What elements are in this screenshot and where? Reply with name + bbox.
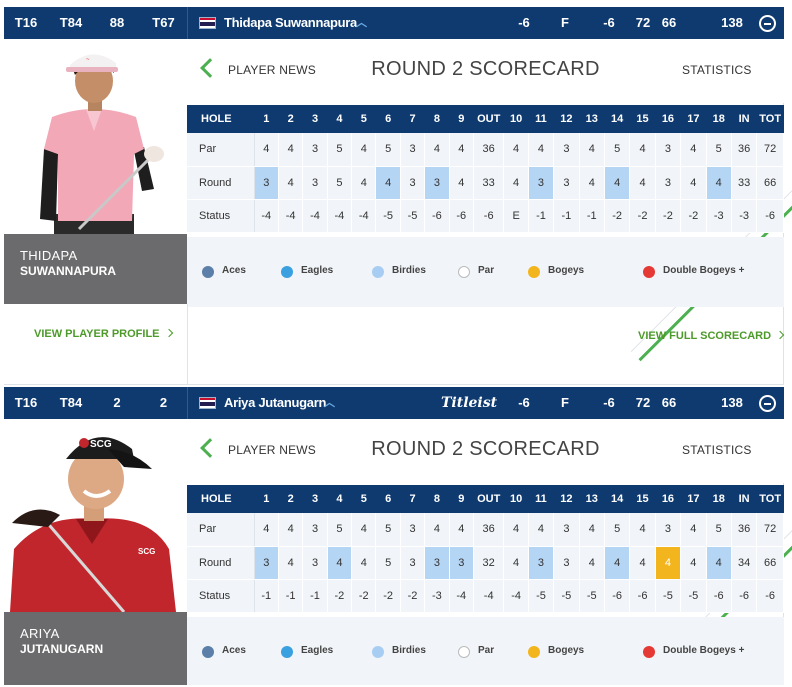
position: T16 — [14, 395, 38, 410]
thru: F — [561, 395, 569, 410]
round-row: Round 343544334 33 433444344 33 66 — [187, 166, 784, 200]
chevron-right-icon — [775, 330, 785, 340]
scorecard-table: HOLE 123456789 OUT 10 11 12 13 14 15 16 17 18 IN… — [187, 485, 784, 613]
player-first-name: THIDAPA — [20, 248, 78, 263]
sponsor-logo: Titleist — [441, 395, 498, 411]
aces-dot-icon — [202, 266, 214, 278]
statistics-link[interactable]: STATISTICS — [682, 443, 752, 457]
scorecard-nav: PLAYER NEWS ROUND 2 SCORECARD STATISTICS — [187, 419, 792, 673]
thru: F — [561, 15, 569, 30]
total: 138 — [721, 15, 743, 30]
view-player-profile-link[interactable]: VIEW PLAYER PROFILE — [34, 328, 173, 340]
player-name-box: ARIYA JUTANUGARN — [4, 612, 187, 685]
scorecard-table: HOLE 123456789 OUT 10 11 12 13 14 15 16 17 18 IN… — [187, 105, 784, 233]
player-card-thidapa: T16 T84 88 T67 Thidapa Suwannapura ︿ -6 … — [4, 7, 792, 385]
caret-up-icon[interactable]: ︿ — [356, 7, 367, 39]
round2: 66 — [661, 395, 677, 410]
hole-header-row: HOLE 123456789 OUT 10 11 12 13 14 15 16 17 18 IN… — [187, 485, 784, 513]
today: -6 — [603, 15, 615, 30]
bogeys-dot-icon — [528, 646, 540, 658]
view-full-scorecard-link[interactable]: VIEW FULL SCORECARD — [638, 330, 785, 342]
to-par: -6 — [518, 15, 530, 30]
svg-text:SCG: SCG — [138, 547, 155, 556]
par-dot-icon — [458, 266, 470, 278]
svg-text:SCG: SCG — [90, 439, 112, 450]
bogeys-dot-icon — [528, 266, 540, 278]
thailand-flag-icon — [199, 397, 216, 409]
chevron-right-icon — [164, 328, 173, 338]
status-row: Status -1 -1 -1 -2 -2 -2 -2 -3 -4 -4 -4 -5 -5 -5 -6-… — [187, 579, 784, 613]
scorecard-nav: PLAYER NEWS ROUND 2 SCORECARD STATISTICS — [187, 39, 792, 362]
prev-position: T84 — [59, 15, 83, 30]
collapse-icon[interactable] — [759, 395, 776, 412]
par-dot-icon — [458, 646, 470, 658]
birdies-dot-icon — [372, 646, 384, 658]
player-first-name: ARIYA — [20, 626, 60, 641]
svg-text:~: ~ — [86, 57, 90, 63]
status-row: Status -4 -4 -4 -4 -4 -5 -5 -6 -6 -6 E -1 -1 -1 -2 -2… — [187, 199, 784, 233]
eagles-dot-icon — [281, 646, 293, 658]
score-legend: Aces Eagles Birdies Par Bogeys Double Bo… — [187, 617, 784, 685]
stat-b: T67 — [152, 15, 175, 30]
today: -6 — [603, 395, 615, 410]
player-card-ariya: T16 T84 2 2 Ariya Jutanugarn ︿ Titleist … — [4, 387, 792, 685]
double-bogeys-dot-icon — [643, 646, 655, 658]
total: 138 — [721, 395, 743, 410]
stat-a: 2 — [113, 395, 121, 410]
scorecard-panel: PLAYER NEWS ROUND 2 SCORECARD STATISTICS… — [187, 419, 792, 685]
player-photo: SCG SCG — [4, 419, 187, 612]
thailand-flag-icon — [199, 17, 216, 29]
player-header-bar[interactable]: T16 T84 2 2 Ariya Jutanugarn ︿ Titleist … — [4, 387, 784, 419]
hole-header-row: HOLE 123456789 OUT 10 11 12 13 14 15 16 17 18 IN… — [187, 105, 784, 133]
caret-up-icon[interactable]: ︿ — [324, 387, 335, 419]
card-footer: VIEW PLAYER PROFILE VIEW FULL SCORECARD — [4, 304, 785, 385]
double-bogeys-dot-icon — [643, 266, 655, 278]
prev-position: T84 — [59, 395, 83, 410]
player-last-name: JUTANUGARN — [20, 642, 104, 656]
player-photo: ~ — [4, 39, 187, 234]
to-par: -6 — [518, 395, 530, 410]
player-name[interactable]: Ariya Jutanugarn — [224, 387, 326, 419]
collapse-icon[interactable] — [759, 15, 776, 32]
score-legend: Aces Eagles Birdies Par Bogeys Double Bo… — [187, 237, 784, 307]
aces-dot-icon — [202, 646, 214, 658]
stat-b: 2 — [159, 395, 168, 410]
player-header-bar[interactable]: T16 T84 88 T67 Thidapa Suwannapura ︿ -6 … — [4, 7, 784, 39]
player-name-box: THIDAPA SUWANNAPURA — [4, 234, 187, 304]
player-name[interactable]: Thidapa Suwannapura — [224, 7, 357, 39]
player-last-name: SUWANNAPURA — [20, 264, 116, 278]
round1: 72 — [635, 15, 651, 30]
round2: 66 — [661, 15, 677, 30]
birdies-dot-icon — [372, 266, 384, 278]
par-row: Par 443545344 36 443454345 36 72 — [187, 133, 784, 167]
stat-a: 88 — [109, 15, 125, 30]
round1: 72 — [635, 395, 651, 410]
round-row: Round 343445333 32 433444444 34 66 — [187, 546, 784, 580]
eagles-dot-icon — [281, 266, 293, 278]
par-row: Par 443545344 36 443454345 36 72 — [187, 513, 784, 547]
position: T16 — [14, 15, 38, 30]
statistics-link[interactable]: STATISTICS — [682, 63, 752, 77]
